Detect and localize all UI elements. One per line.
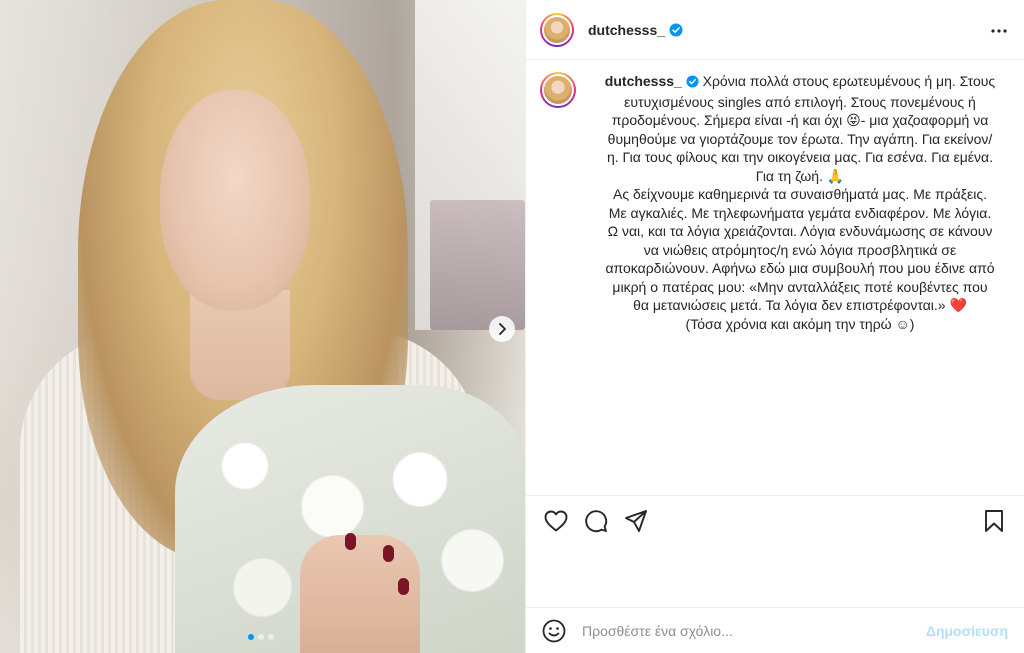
share-icon	[625, 509, 647, 532]
carousel-dot	[258, 634, 264, 640]
chevron-right-icon	[499, 323, 506, 335]
post-image[interactable]	[0, 0, 525, 653]
caption-line: μικρή ο πατέρας μου: «Μην ανταλλάξεις πο…	[612, 278, 988, 295]
caption-line: Με αγκαλιές. Με τηλεφωνήματα γεμάτα ενδι…	[608, 204, 992, 221]
comment-bar: Δημοσίευση	[526, 607, 1024, 653]
caption-line: θα μετανιώσεις μετά. Τα λόγια δεν επιστρ…	[633, 297, 967, 313]
carousel-dot	[268, 634, 274, 640]
face	[160, 90, 310, 310]
post-caption: dutchesss_ Χρόνια πολλά στους ερωτευμένο…	[540, 72, 1008, 333]
like-button[interactable]	[542, 507, 570, 535]
caption-line: αποκαρδιώνουν. Αφήνω εδώ μια συμβουλή πο…	[605, 260, 995, 276]
heart-icon	[544, 510, 568, 531]
comment-icon	[585, 509, 608, 532]
caption-line: (Τόσα χρόνια και ακόμη την τηρώ ☺)	[685, 315, 915, 332]
caption-line: Ας δείχνουμε καθημερινά τα συναισθήματά …	[613, 186, 987, 202]
caption-line: προδομένους. Σήμερα είναι -ή και όχι 😝- …	[611, 112, 989, 128]
verified-badge-icon	[686, 74, 699, 93]
caption-line: dutchesss_ Χρόνια πολλά στους ερωτευμένο…	[592, 72, 1008, 93]
share-button[interactable]	[622, 507, 650, 535]
username[interactable]: dutchesss_	[588, 22, 665, 38]
carousel-next-button[interactable]	[489, 316, 515, 342]
caption-line: ευτυχισμένους singles από επιλογή. Στους…	[624, 93, 976, 110]
fingernail	[383, 545, 394, 562]
comment-input[interactable]	[582, 622, 926, 639]
carousel-indicator	[248, 634, 274, 640]
fingernail	[345, 533, 356, 550]
avatar[interactable]	[540, 12, 574, 47]
caption-avatar[interactable]	[540, 72, 576, 108]
post-side-panel: dutchesss_ dutchesss_ Χρόνια πολλά στους…	[525, 0, 1024, 653]
post-header: dutchesss_	[526, 0, 1024, 60]
caption-line: να νιώθεις ατρόμητος/η ενώ λόγια προσβλη…	[643, 241, 957, 258]
emoji-icon	[542, 619, 566, 642]
caption-username[interactable]: dutchesss_	[605, 73, 682, 89]
carousel-dot	[248, 634, 254, 640]
fingernail	[398, 578, 409, 595]
caption-line: θυμηθούμε να γιορτάζουμε τον έρωτα. Την …	[607, 130, 993, 147]
caption-line: Για τη ζωή. 🙏	[755, 167, 845, 184]
save-button[interactable]	[980, 507, 1008, 535]
bookmark-icon	[985, 509, 1003, 532]
emoji-button[interactable]	[542, 618, 568, 644]
more-options-icon[interactable]	[990, 21, 1008, 39]
caption-line: Ω ναι, και τα λόγια χρειάζονται. Λόγια ε…	[607, 223, 993, 239]
post-actions	[526, 495, 1024, 545]
caption-line: η. Για τους φίλους και την οικογένεια μα…	[606, 149, 994, 165]
comment-button[interactable]	[582, 507, 610, 535]
background-shelf	[430, 200, 525, 330]
post-comment-button[interactable]: Δημοσίευση	[926, 623, 1008, 639]
verified-badge-icon	[669, 23, 683, 37]
caption-text: dutchesss_ Χρόνια πολλά στους ερωτευμένο…	[592, 72, 1008, 333]
